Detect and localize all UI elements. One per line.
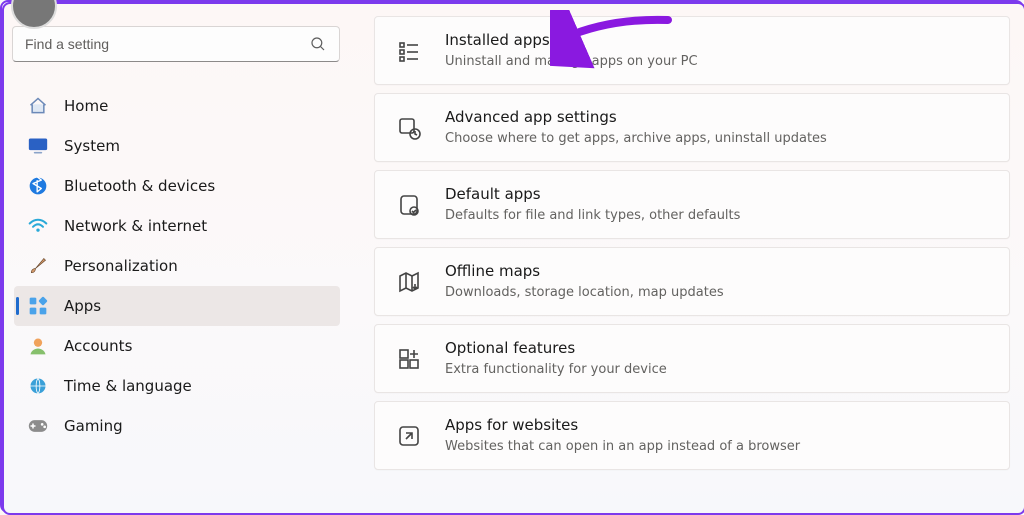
card-subtitle: Websites that can open in an app instead…	[445, 438, 800, 456]
offline-maps-icon	[397, 270, 421, 294]
content-pane: Installed apps Uninstall and manage apps…	[352, 4, 1024, 513]
card-advanced-app-settings[interactable]: Advanced app settings Choose where to ge…	[374, 93, 1010, 162]
card-apps-for-websites[interactable]: Apps for websites Websites that can open…	[374, 401, 1010, 470]
optional-features-icon	[397, 347, 421, 371]
card-title: Default apps	[445, 185, 740, 205]
sidebar-item-label: Gaming	[64, 417, 123, 435]
installed-apps-icon	[397, 39, 421, 63]
sidebar-item-label: System	[64, 137, 120, 155]
card-title: Apps for websites	[445, 416, 800, 436]
sidebar-nav: Home System Bluetooth	[12, 86, 340, 446]
wifi-icon	[28, 216, 48, 236]
sidebar-item-bluetooth[interactable]: Bluetooth & devices	[14, 166, 340, 206]
bluetooth-icon	[28, 176, 48, 196]
sidebar-item-apps[interactable]: Apps	[14, 286, 340, 326]
sidebar-item-label: Time & language	[64, 377, 192, 395]
search-icon	[309, 35, 327, 53]
home-icon	[28, 96, 48, 116]
card-title: Optional features	[445, 339, 667, 359]
card-installed-apps[interactable]: Installed apps Uninstall and manage apps…	[374, 16, 1010, 85]
globe-clock-icon	[28, 376, 48, 396]
card-subtitle: Extra functionality for your device	[445, 361, 667, 379]
default-apps-icon	[397, 193, 421, 217]
user-avatar[interactable]	[12, 10, 340, 20]
accounts-icon	[28, 336, 48, 356]
sidebar-item-time-language[interactable]: Time & language	[14, 366, 340, 406]
apps-icon	[28, 296, 48, 316]
sidebar-item-system[interactable]: System	[14, 126, 340, 166]
sidebar: Home System Bluetooth	[4, 4, 352, 513]
sidebar-item-network[interactable]: Network & internet	[14, 206, 340, 246]
sidebar-item-label: Personalization	[64, 257, 178, 275]
card-subtitle: Uninstall and manage apps on your PC	[445, 53, 698, 71]
card-subtitle: Downloads, storage location, map updates	[445, 284, 724, 302]
card-subtitle: Choose where to get apps, archive apps, …	[445, 130, 827, 148]
card-title: Installed apps	[445, 31, 698, 51]
card-title: Advanced app settings	[445, 108, 827, 128]
card-default-apps[interactable]: Default apps Defaults for file and link …	[374, 170, 1010, 239]
advanced-settings-icon	[397, 116, 421, 140]
sidebar-item-label: Home	[64, 97, 108, 115]
sidebar-item-label: Accounts	[64, 337, 132, 355]
search-box[interactable]	[12, 26, 340, 62]
gamepad-icon	[28, 416, 48, 436]
sidebar-item-personalization[interactable]: Personalization	[14, 246, 340, 286]
sidebar-item-home[interactable]: Home	[14, 86, 340, 126]
card-title: Offline maps	[445, 262, 724, 282]
brush-icon	[28, 256, 48, 276]
sidebar-item-accounts[interactable]: Accounts	[14, 326, 340, 366]
system-icon	[28, 136, 48, 156]
card-optional-features[interactable]: Optional features Extra functionality fo…	[374, 324, 1010, 393]
sidebar-item-label: Bluetooth & devices	[64, 177, 215, 195]
sidebar-item-label: Network & internet	[64, 217, 207, 235]
card-offline-maps[interactable]: Offline maps Downloads, storage location…	[374, 247, 1010, 316]
card-subtitle: Defaults for file and link types, other …	[445, 207, 740, 225]
search-input[interactable]	[25, 36, 309, 52]
sidebar-item-gaming[interactable]: Gaming	[14, 406, 340, 446]
sidebar-item-label: Apps	[64, 297, 101, 315]
apps-for-websites-icon	[397, 424, 421, 448]
